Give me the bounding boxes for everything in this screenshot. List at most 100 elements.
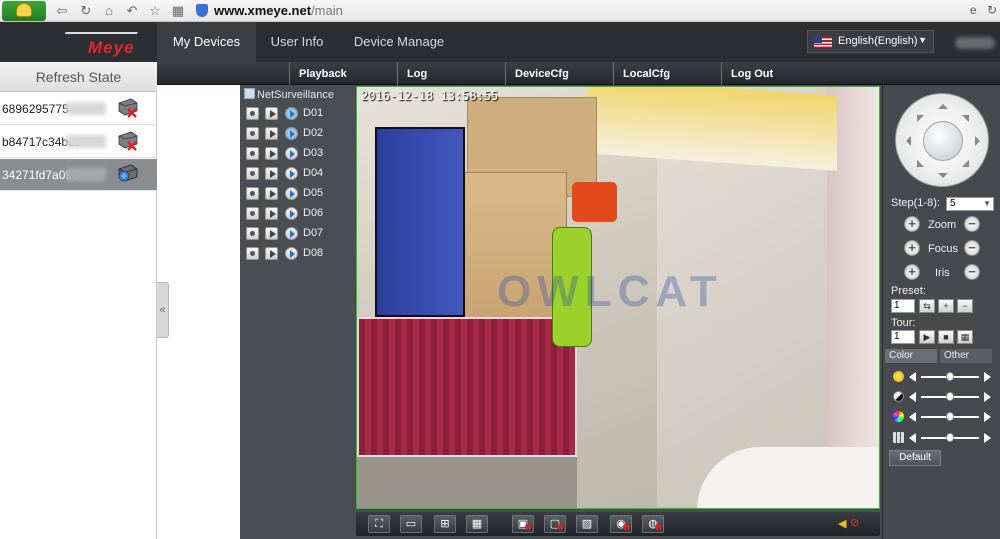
volume-icon[interactable]: ◀: [838, 517, 846, 530]
layout-9-icon[interactable]: ▦: [466, 515, 488, 533]
increase-icon[interactable]: [984, 372, 991, 382]
record-icon[interactable]: [246, 207, 259, 220]
device-row[interactable]: b84717c34bcc: [0, 126, 157, 158]
stream-icon[interactable]: [285, 147, 298, 160]
iris-open-button[interactable]: +: [904, 264, 920, 280]
channel-item[interactable]: D05: [244, 185, 352, 203]
play-icon[interactable]: [265, 227, 278, 240]
play-icon[interactable]: [265, 127, 278, 140]
layout-1-icon[interactable]: ▭: [400, 515, 422, 533]
tour-input[interactable]: 1: [891, 330, 915, 344]
step-select[interactable]: 5 ▼: [946, 197, 994, 211]
ptz-center-button[interactable]: [923, 121, 963, 161]
stream-icon[interactable]: [285, 227, 298, 240]
device-row-selected[interactable]: 34271fd7a090: [0, 159, 157, 191]
channel-item[interactable]: D04: [244, 165, 352, 183]
live-video-feed[interactable]: 2016-12-18 13:58:55 OWLCAT: [356, 86, 880, 509]
arrow-right-icon[interactable]: [975, 136, 985, 146]
saturation-slider[interactable]: [946, 412, 954, 421]
record-icon[interactable]: [246, 187, 259, 200]
increase-icon[interactable]: [984, 433, 991, 443]
stream-icon[interactable]: [285, 107, 298, 120]
fullscreen-icon[interactable]: ⛶: [368, 515, 390, 533]
arrow-left-icon[interactable]: [901, 136, 911, 146]
channel-item[interactable]: D03: [244, 145, 352, 163]
tab-my-devices[interactable]: My Devices: [157, 22, 256, 62]
play-icon[interactable]: [265, 247, 278, 260]
language-select[interactable]: English(English) ▼: [807, 30, 934, 53]
mute-icon[interactable]: ⊘: [850, 516, 859, 529]
tour-play-button[interactable]: ▶: [919, 330, 935, 344]
decrease-icon[interactable]: [909, 433, 916, 443]
stream-icon[interactable]: [285, 167, 298, 180]
channel-item[interactable]: D07: [244, 225, 352, 243]
preset-remove-button[interactable]: −: [957, 299, 973, 313]
arrow-down-left-icon[interactable]: [909, 159, 925, 175]
browser-e-icon[interactable]: e: [970, 3, 977, 17]
arrow-up-icon[interactable]: [938, 99, 948, 109]
stream-icon[interactable]: [285, 207, 298, 220]
record-icon[interactable]: [246, 127, 259, 140]
stream-icon[interactable]: [285, 187, 298, 200]
play-icon[interactable]: [265, 207, 278, 220]
increase-icon[interactable]: [984, 392, 991, 402]
record-icon[interactable]: [246, 247, 259, 260]
snapshot-icon[interactable]: ▨: [576, 515, 598, 533]
tree-root[interactable]: NetSurveillance: [244, 88, 334, 101]
decrease-icon[interactable]: [909, 372, 916, 382]
tab-user-info[interactable]: User Info: [256, 22, 338, 62]
tour-stop-button[interactable]: ■: [938, 330, 954, 344]
back-icon[interactable]: ⇦: [54, 3, 70, 19]
stop-record-icon[interactable]: ▢: [544, 515, 566, 533]
record-icon[interactable]: [246, 227, 259, 240]
logout-link[interactable]: Log Out: [721, 62, 829, 85]
browser-logo-icon[interactable]: [2, 1, 46, 21]
tour-grid-button[interactable]: ▦: [957, 330, 973, 344]
channel-item[interactable]: D01: [244, 105, 352, 123]
play-icon[interactable]: [265, 147, 278, 160]
record-icon[interactable]: [246, 147, 259, 160]
record-icon[interactable]: [246, 167, 259, 180]
decrease-icon[interactable]: [909, 392, 916, 402]
refresh-state-button[interactable]: Refresh State: [0, 62, 157, 92]
increase-icon[interactable]: [984, 412, 991, 422]
channel-item[interactable]: D02: [244, 125, 352, 143]
layout-4-icon[interactable]: ⊞: [434, 515, 456, 533]
stream-icon[interactable]: [285, 127, 298, 140]
talk-icon[interactable]: ◉: [610, 515, 632, 533]
log-link[interactable]: Log: [397, 62, 505, 85]
decrease-icon[interactable]: [909, 412, 916, 422]
play-icon[interactable]: [265, 187, 278, 200]
default-button[interactable]: Default: [889, 450, 941, 466]
star-icon[interactable]: ☆: [147, 3, 163, 19]
focus-in-button[interactable]: +: [904, 240, 920, 256]
channel-item[interactable]: D06: [244, 205, 352, 223]
ptz-joystick[interactable]: [895, 93, 989, 187]
iris-close-button[interactable]: −: [964, 264, 980, 280]
preset-goto-button[interactable]: ⇆: [919, 299, 935, 313]
play-icon[interactable]: [265, 167, 278, 180]
playback-link[interactable]: Playback: [289, 62, 397, 85]
refresh-small-icon[interactable]: ↻: [987, 3, 997, 17]
grid-icon[interactable]: ▦: [170, 3, 186, 19]
record-icon[interactable]: [246, 107, 259, 120]
address-bar[interactable]: www.xmeye.net/main: [192, 2, 962, 20]
undo-icon[interactable]: ↶: [124, 3, 140, 19]
devicecfg-link[interactable]: DeviceCfg: [505, 62, 613, 85]
collapse-panel-handle[interactable]: «: [157, 282, 169, 338]
arrow-down-right-icon[interactable]: [961, 159, 977, 175]
localcfg-link[interactable]: LocalCfg: [613, 62, 721, 85]
channel-item[interactable]: D08: [244, 245, 352, 263]
tab-other[interactable]: Other: [940, 349, 992, 363]
stream-icon[interactable]: [285, 247, 298, 260]
arrow-up-right-icon[interactable]: [961, 107, 977, 123]
home-icon[interactable]: ⌂: [101, 3, 117, 19]
device-row[interactable]: 6896295775: [0, 93, 157, 125]
focus-out-button[interactable]: −: [964, 240, 980, 256]
preset-input[interactable]: 1: [891, 299, 915, 313]
hue-slider[interactable]: [946, 433, 954, 442]
tab-device-manage[interactable]: Device Manage: [338, 22, 460, 62]
tab-color[interactable]: Color: [885, 349, 937, 363]
arrow-down-icon[interactable]: [938, 173, 948, 183]
reload-icon[interactable]: ↻: [78, 3, 94, 19]
